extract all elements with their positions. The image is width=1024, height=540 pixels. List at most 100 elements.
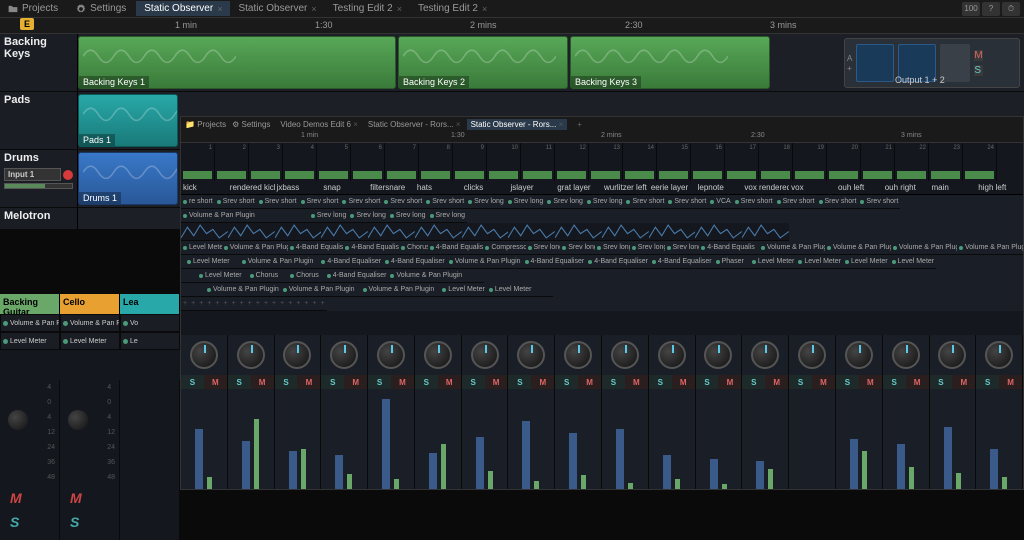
mute-button[interactable]: M — [485, 375, 508, 389]
mute-button[interactable]: M — [625, 375, 648, 389]
solo-button[interactable]: S — [974, 65, 982, 76]
plugin-slot[interactable]: 4-Band Equaliser — [586, 255, 650, 269]
volume-fader[interactable] — [616, 429, 624, 489]
volume-fader[interactable] — [382, 399, 390, 489]
help-button[interactable]: ? — [982, 2, 1000, 16]
add-plugin-button[interactable]: + — [238, 297, 246, 311]
mute-button[interactable]: M — [672, 375, 695, 389]
pan-knob[interactable] — [985, 341, 1013, 369]
plugin-slot[interactable]: Srev short — [775, 195, 817, 209]
plugin-slot[interactable]: Srev long — [630, 241, 665, 255]
close-icon[interactable]: × — [456, 120, 461, 129]
output-fader[interactable] — [940, 44, 970, 82]
track-header[interactable]: Backing Keys — [0, 34, 78, 91]
channel-name[interactable]: clicks — [462, 181, 509, 195]
pan-knob[interactable] — [8, 410, 28, 430]
plugin-slot[interactable]: 4-Band Equaliser — [523, 255, 587, 269]
plugin-slot[interactable]: Srev short — [382, 195, 424, 209]
plugin-enable-dot[interactable] — [3, 321, 8, 326]
track-thumbnail[interactable]: 4 — [283, 143, 317, 181]
plugin-slot[interactable]: Srev long — [545, 195, 585, 209]
close-icon[interactable]: × — [559, 120, 564, 129]
pan-knob[interactable] — [377, 341, 405, 369]
pan-knob[interactable] — [892, 341, 920, 369]
channel-name[interactable]: wurlitzer left — [602, 181, 649, 195]
plugin-slot[interactable]: Volume & Pan Plugin — [891, 241, 957, 255]
volume-fader[interactable] — [242, 441, 250, 489]
plugin-slot[interactable]: Srev long — [428, 209, 468, 223]
volume-fader[interactable] — [944, 427, 952, 489]
playhead-marker[interactable]: E — [20, 18, 34, 30]
plugin-slot[interactable]: Level Meter — [181, 241, 222, 255]
plugin-slot[interactable]: Phaser — [714, 255, 746, 269]
track-thumbnail[interactable]: 17 — [725, 143, 759, 181]
plugin-slot[interactable]: Srev short — [817, 195, 859, 209]
mute-button[interactable]: M — [999, 375, 1022, 389]
track-thumbnail[interactable]: 15 — [657, 143, 691, 181]
plugin-slot[interactable]: Volume & Pan Plugin — [361, 283, 437, 297]
nested-project-tab[interactable]: Video Demos Edit 6 × — [276, 119, 361, 130]
track-thumbnail[interactable]: 19 — [793, 143, 827, 181]
clock-icon[interactable]: ⏱ — [1002, 2, 1020, 16]
plugin-slot[interactable]: Srev long — [388, 209, 428, 223]
plugin-slot[interactable]: Srev short — [424, 195, 466, 209]
plugin-slot[interactable]: Srev short — [624, 195, 666, 209]
volume-fader[interactable] — [335, 455, 343, 489]
plugin-slot[interactable]: Level Meter — [796, 255, 843, 269]
mute-button[interactable]: M — [438, 375, 461, 389]
solo-button[interactable]: S — [836, 375, 859, 389]
pan-knob[interactable] — [798, 341, 826, 369]
plugin-slot[interactable]: Srev short — [733, 195, 775, 209]
timeline-ruler[interactable]: E 1 min1:302 mins2:303 mins + + ★ Te... … — [0, 18, 1024, 34]
mute-button[interactable]: M — [391, 375, 414, 389]
plugin-slot[interactable]: Srev long — [526, 241, 561, 255]
plugin-slot[interactable]: Srev short — [858, 195, 900, 209]
add-plugin-button[interactable]: + — [246, 297, 254, 311]
plugin-slot[interactable]: Volume & Pan Plugin — [447, 255, 523, 269]
plugin-slot[interactable] — [549, 283, 553, 297]
plugin-slot[interactable]: Srev long — [466, 195, 506, 209]
solo-button[interactable]: S — [883, 375, 906, 389]
projects-menu[interactable]: Projects — [0, 1, 66, 16]
plugin-enable-dot[interactable] — [123, 339, 128, 344]
pan-knob[interactable] — [471, 341, 499, 369]
channel-header[interactable]: Backing Guitar — [0, 294, 60, 314]
track-thumbnail[interactable]: 24 — [963, 143, 997, 181]
track-header[interactable]: Melotron — [0, 208, 78, 229]
track-thumbnail[interactable]: 3 — [249, 143, 283, 181]
plugin-slot[interactable]: 4-Band Equaliser — [288, 241, 344, 255]
track-thumbnail[interactable]: 10 — [487, 143, 521, 181]
plugin-slot[interactable] — [480, 269, 484, 283]
mute-button[interactable]: M — [344, 375, 367, 389]
plugin-slot[interactable]: Srev long — [665, 241, 700, 255]
plugin-slot[interactable]: Srev long — [560, 241, 595, 255]
mute-button[interactable]: M — [531, 375, 554, 389]
track-thumbnail[interactable]: 14 — [623, 143, 657, 181]
plugin-slot[interactable]: 4-Band Equaliser — [699, 241, 755, 255]
mute-button[interactable]: M — [906, 375, 929, 389]
solo-button[interactable]: S — [70, 514, 82, 530]
volume-fader[interactable] — [897, 444, 905, 489]
channel-name[interactable]: lepnote — [696, 181, 743, 195]
volume-fader[interactable] — [710, 459, 718, 489]
add-plugin-button[interactable]: + — [189, 297, 197, 311]
track-thumbnail[interactable]: 12 — [555, 143, 589, 181]
volume-fader[interactable] — [429, 453, 437, 489]
solo-button[interactable]: S — [321, 375, 344, 389]
pan-knob[interactable] — [190, 341, 218, 369]
plugin-enable-dot[interactable] — [63, 321, 68, 326]
audio-clip[interactable]: Pads 1 — [78, 94, 178, 147]
track-thumbnail[interactable]: 11 — [521, 143, 555, 181]
track-thumbnail[interactable]: 16 — [691, 143, 725, 181]
track-thumbnail[interactable]: 7 — [385, 143, 419, 181]
track-lane[interactable]: Backing Keys 1Backing Keys 2Backing Keys… — [78, 34, 1024, 91]
plugin-slot[interactable]: Compressor — [483, 241, 525, 255]
channel-name[interactable]: high left — [976, 181, 1023, 195]
plugin-slot[interactable]: Chorus — [248, 269, 281, 283]
plugin-slot[interactable]: Level Meter — [440, 283, 487, 297]
pan-knob[interactable] — [751, 341, 779, 369]
plugin-slot[interactable]: Level Meter — [185, 255, 232, 269]
mute-button[interactable]: M — [812, 375, 835, 389]
pan-knob[interactable] — [845, 341, 873, 369]
plugin-slot[interactable]: Level Meter — [60, 332, 120, 350]
